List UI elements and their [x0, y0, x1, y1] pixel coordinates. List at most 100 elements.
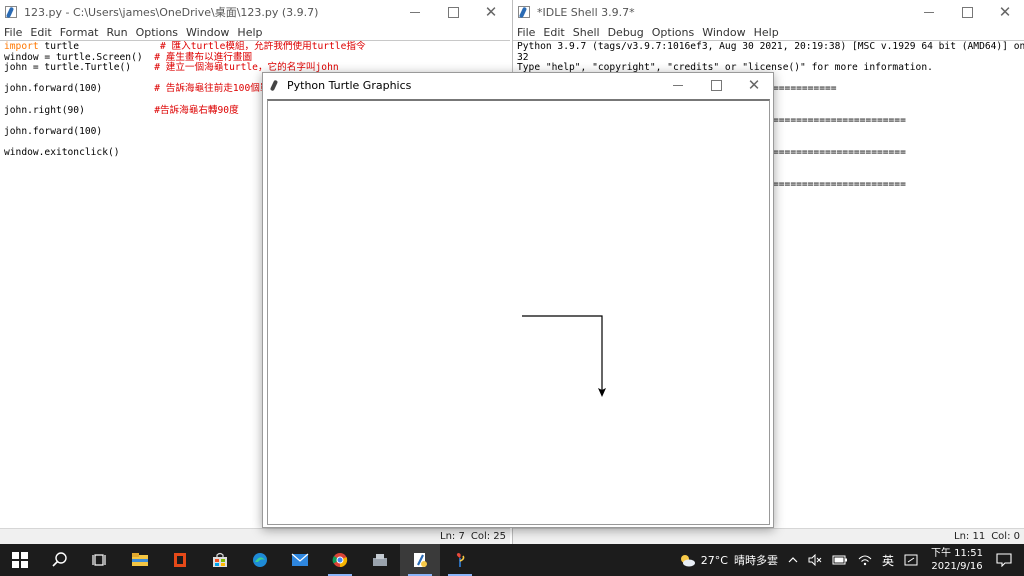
- start-button[interactable]: [0, 544, 40, 576]
- shell-menu-file[interactable]: File: [517, 26, 535, 39]
- code-text: window = turtle.Screen(): [4, 51, 143, 63]
- shell-close-button[interactable]: ✕: [986, 0, 1024, 24]
- notification-icon: [996, 553, 1012, 567]
- code-padding: [131, 62, 154, 73]
- editor-menu-help[interactable]: Help: [237, 26, 262, 39]
- shell-menu-edit[interactable]: Edit: [543, 26, 564, 39]
- editor-title: 123.py - C:\Users\james\OneDrive\桌面\123.…: [24, 6, 319, 19]
- code-text: turtle: [38, 41, 80, 52]
- turtle-feather-icon: [267, 78, 281, 92]
- taskbar-mail[interactable]: [280, 544, 320, 576]
- editor-status-line: Ln: 7: [440, 531, 465, 542]
- shell-titlebar[interactable]: *IDLE Shell 3.9.7* ✕: [513, 0, 1024, 24]
- idle-python-icon: [414, 553, 427, 567]
- shell-maximize-button[interactable]: [948, 0, 986, 24]
- editor-menu-options[interactable]: Options: [136, 26, 178, 39]
- ime-pad-icon: [904, 554, 918, 566]
- ime-options-button[interactable]: [904, 554, 918, 566]
- code-text: john.forward(100): [4, 83, 103, 95]
- idle-app-icon: [4, 5, 18, 19]
- editor-titlebar[interactable]: 123.py - C:\Users\james\OneDrive\桌面\123.…: [0, 0, 510, 24]
- code-comment: # 匯入turtle模組，允許我們使用turtle指令: [159, 41, 366, 52]
- task-view-icon: [92, 554, 106, 566]
- turtle-title: Python Turtle Graphics: [287, 78, 412, 92]
- weather-widget[interactable]: 27°C 晴時多雲: [678, 552, 778, 568]
- speaker-muted-icon: [808, 554, 822, 566]
- taskbar-edge[interactable]: [240, 544, 280, 576]
- notifications-button[interactable]: [996, 553, 1012, 567]
- taskbar-office[interactable]: [160, 544, 200, 576]
- code-comment: # 產生畫布以進行畫圖: [154, 51, 253, 63]
- turtle-path: [522, 315, 603, 394]
- code-comment: #告訴海龜右轉90度: [154, 104, 239, 116]
- code-text: john.forward(100): [4, 125, 103, 137]
- search-button[interactable]: [40, 544, 80, 576]
- clock-time: 下午 11:51: [931, 548, 983, 559]
- turtle-maximize-button[interactable]: [697, 73, 735, 97]
- code-keyword: import: [4, 41, 39, 52]
- editor-menubar: File Edit Format Run Options Window Help: [0, 24, 271, 40]
- partly-cloudy-icon: [680, 555, 695, 567]
- store-bag-icon: [213, 552, 227, 567]
- taskbar-store[interactable]: [200, 544, 240, 576]
- code-text: window.exitonclick(): [4, 146, 120, 158]
- network-icon: [858, 555, 872, 566]
- windows-logo-icon: [12, 552, 28, 568]
- shell-menu-debug[interactable]: Debug: [608, 26, 644, 39]
- weather-condition: 晴時多雲: [733, 554, 778, 567]
- taskbar-idle[interactable]: [400, 544, 440, 576]
- network-button[interactable]: [858, 554, 872, 566]
- taskbar: 27°C 晴時多雲 英 下午 11:51 2021/9/16: [0, 544, 1024, 576]
- shell-menu-shell[interactable]: Shell: [573, 26, 600, 39]
- taskbar-file-explorer[interactable]: [120, 544, 160, 576]
- input-method-indicator[interactable]: 英: [882, 552, 894, 569]
- editor-menu-run[interactable]: Run: [107, 26, 128, 39]
- mail-icon: [291, 553, 309, 566]
- clock[interactable]: 下午 11:51 2021/9/16: [931, 547, 983, 573]
- editor-menu-edit[interactable]: Edit: [30, 26, 51, 39]
- editor-maximize-button[interactable]: [434, 0, 472, 24]
- turtle-window: Python Turtle Graphics ✕: [262, 72, 774, 528]
- office-icon: [174, 553, 186, 567]
- volume-button[interactable]: [808, 554, 822, 566]
- code-comment: # 告訴海龜往前走100個單: [154, 83, 270, 95]
- battery-button[interactable]: [832, 555, 848, 565]
- taskbar-chrome[interactable]: [320, 544, 360, 576]
- shell-title: *IDLE Shell 3.9.7*: [537, 5, 635, 19]
- code-text: john.right(90): [4, 104, 85, 116]
- code-padding: [85, 105, 154, 116]
- editor-close-button[interactable]: ✕: [472, 0, 510, 24]
- idle-shell-app-icon: [517, 5, 531, 19]
- turtle-titlebar[interactable]: Python Turtle Graphics ✕: [263, 73, 773, 97]
- folder-icon: [132, 553, 148, 566]
- shell-menu-window[interactable]: Window: [702, 26, 745, 39]
- battery-icon: [832, 555, 847, 565]
- task-view-button[interactable]: [80, 544, 120, 576]
- editor-statusbar: Ln: 7 Col: 25: [0, 528, 510, 544]
- weather-temperature: 27°C: [700, 553, 728, 567]
- shell-statusbar: Ln: 11 Col: 0: [513, 528, 1024, 544]
- shell-menu-help[interactable]: Help: [754, 26, 779, 39]
- shell-status-col: Col: 0: [991, 531, 1020, 542]
- shell-menu-options[interactable]: Options: [652, 26, 694, 39]
- turtle-close-button[interactable]: ✕: [735, 73, 773, 97]
- code-padding: [143, 52, 155, 63]
- taskbar-app-boxes[interactable]: [360, 544, 400, 576]
- chevron-up-icon: [788, 557, 798, 563]
- system-tray: 27°C 晴時多雲 英 下午 11:51 2021/9/16: [673, 544, 1024, 576]
- shell-minimize-button[interactable]: [910, 0, 948, 24]
- turtle-minimize-button[interactable]: [659, 73, 697, 97]
- turtle-canvas[interactable]: [267, 99, 770, 525]
- editor-menu-window[interactable]: Window: [186, 26, 229, 39]
- editor-menu-format[interactable]: Format: [60, 26, 99, 39]
- editor-minimize-button[interactable]: [396, 0, 434, 24]
- clock-date: 2021/9/16: [931, 561, 983, 572]
- code-text: john = turtle.Turtle(): [4, 62, 132, 74]
- editor-status-col: Col: 25: [470, 531, 506, 542]
- boxes-app-icon: [373, 554, 387, 566]
- code-padding: [102, 83, 154, 94]
- show-hidden-icons-button[interactable]: [788, 556, 798, 564]
- code-padding: [79, 41, 160, 52]
- taskbar-python-turtle[interactable]: [440, 544, 480, 576]
- editor-menu-file[interactable]: File: [4, 26, 22, 39]
